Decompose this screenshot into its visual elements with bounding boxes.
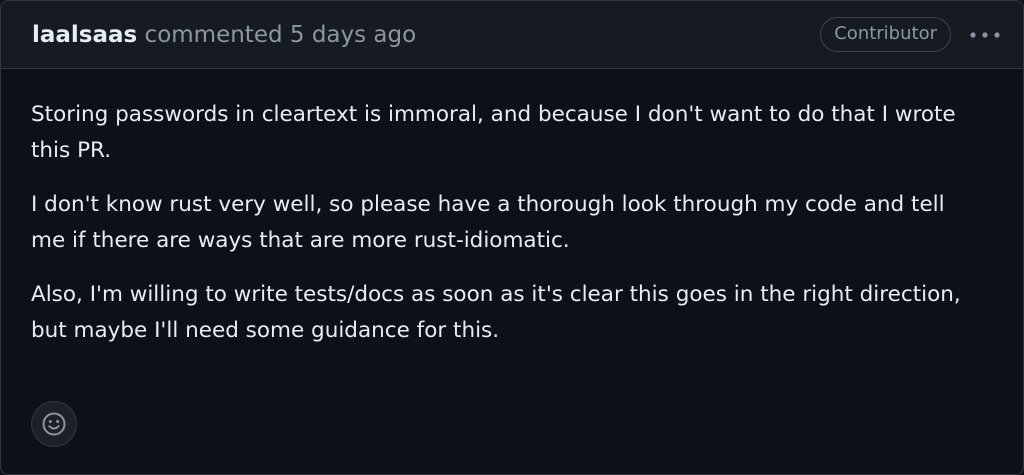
comment-action: commented xyxy=(144,21,283,48)
kebab-horizontal-icon xyxy=(970,31,1000,38)
comment-body: Storing passwords in cleartext is immora… xyxy=(1,69,1023,349)
comment-header-text: laalsaas commented 5 days ago xyxy=(32,22,820,48)
comment-paragraph: I don't know rust very well, so please h… xyxy=(31,192,945,253)
comment-header: laalsaas commented 5 days ago Contributo… xyxy=(1,1,1023,69)
comment-paragraph: Also, I'm willing to write tests/docs as… xyxy=(31,282,961,343)
comment-timestamp[interactable]: 5 days ago xyxy=(290,22,416,48)
role-badge: Contributor xyxy=(820,17,951,52)
add-reaction-button[interactable] xyxy=(31,401,77,447)
smiley-icon xyxy=(42,412,66,436)
comment-paragraph: Storing passwords in cleartext is immora… xyxy=(31,102,956,163)
author-link[interactable]: laalsaas xyxy=(32,22,137,48)
comment-card: laalsaas commented 5 days ago Contributo… xyxy=(0,0,1024,475)
comment-options-button[interactable] xyxy=(965,17,1005,53)
